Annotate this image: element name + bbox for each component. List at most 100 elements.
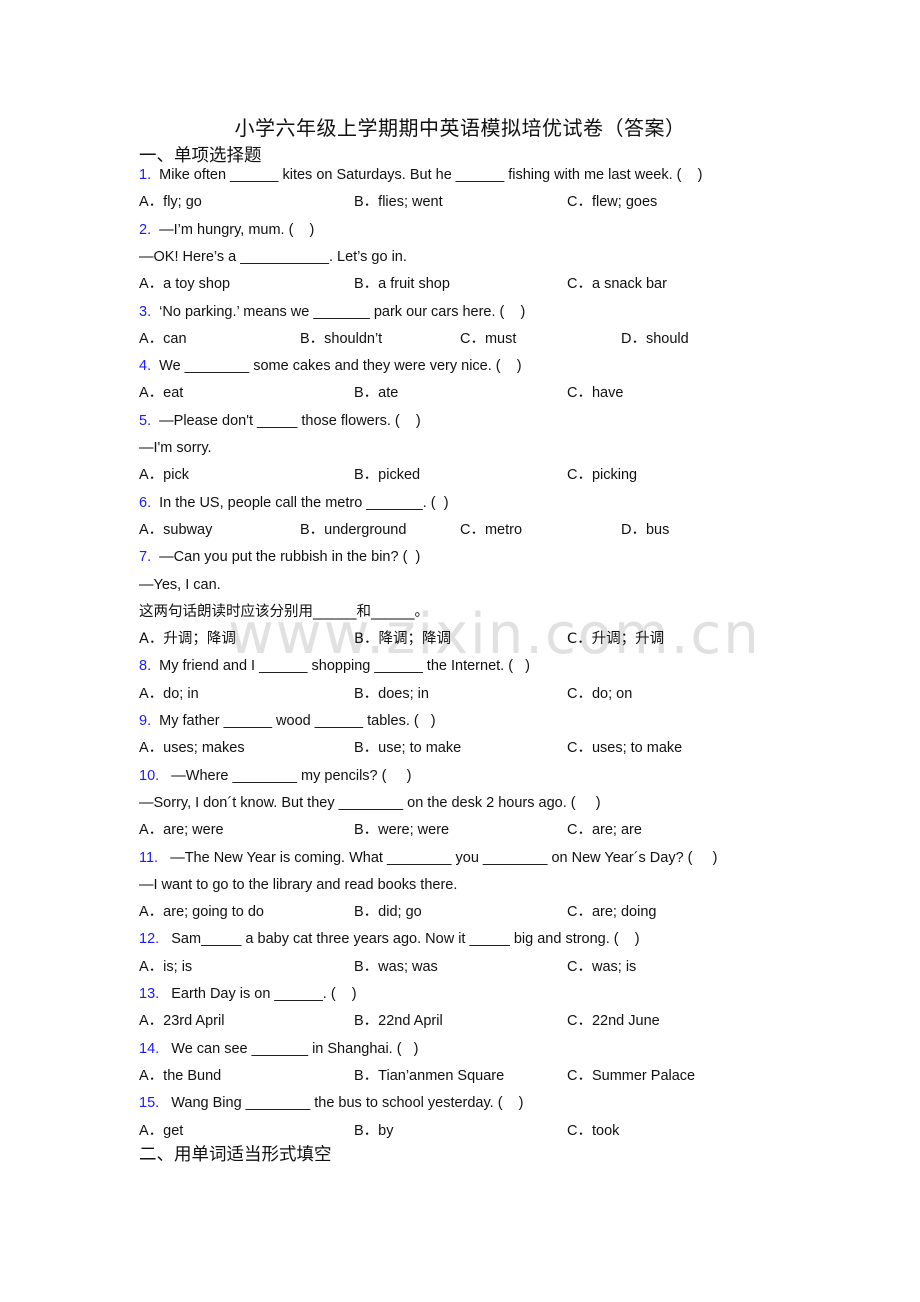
- question-number: 2.: [139, 221, 152, 238]
- option-c: C．are; are: [567, 822, 642, 839]
- option-b: B．use; to make: [354, 740, 462, 757]
- question-stem: 9. My father ______ wood ______ tables. …: [139, 712, 436, 730]
- option-b: B．was; was: [354, 958, 438, 975]
- option-b: B．picked: [354, 467, 421, 484]
- question-number: 5.: [139, 412, 152, 429]
- question-text: My friend and I ______ shopping ______ t…: [159, 658, 530, 675]
- question-line: —I'm sorry.: [139, 439, 212, 457]
- option-b: B．underground: [300, 521, 407, 538]
- question-line: —Sorry, I don´t know. But they ________ …: [139, 794, 601, 812]
- option-c: C．are; doing: [567, 904, 657, 921]
- question-text: —Sorry, I don´t know. But they ________ …: [139, 794, 601, 811]
- option-c: C．must: [460, 330, 517, 347]
- question-stem: 4. We ________ some cakes and they were …: [139, 357, 522, 375]
- option-a: A．is; is: [139, 958, 193, 975]
- question-stem: 11. —The New Year is coming. What ______…: [139, 849, 717, 867]
- option-c: C．took: [567, 1122, 620, 1139]
- option-c: C．do; on: [567, 685, 633, 702]
- answer-options: A．are; were B．were; were C．are; are: [139, 821, 739, 839]
- option-a: A．get: [139, 1122, 184, 1139]
- answer-options: A．do; in B．does; in C．do; on: [139, 685, 739, 703]
- question-stem: 13. Earth Day is on ______. ( ): [139, 985, 357, 1003]
- answer-options: A．a toy shop B．a fruit shop C．a snack bar: [139, 275, 739, 293]
- answer-options: A．the Bund B．Tian’anmen Square C．Summer Pa…: [139, 1067, 739, 1085]
- option-b: B．Tian’anmen Square: [354, 1067, 505, 1084]
- question-text: —I’m hungry, mum. ( ): [159, 221, 315, 238]
- question-text: —I'm sorry.: [139, 440, 212, 456]
- option-c: C．Summer Palace: [567, 1067, 696, 1084]
- question-stem: 2. —I’m hungry, mum. ( ): [139, 221, 314, 239]
- option-c: C．升调；升调: [567, 631, 665, 648]
- option-a: A．eat: [139, 385, 184, 402]
- answer-options: A．can B．shouldn’t C．must D．should: [139, 330, 739, 348]
- question-text: We ________ some cakes and they were ver…: [159, 358, 522, 375]
- answer-options: A．23rd April B．22nd April C．22nd June: [139, 1012, 739, 1030]
- option-b: B．does; in: [354, 685, 429, 702]
- question-stem: 7. —Can you put the rubbish in the bin? …: [139, 548, 420, 566]
- option-b: B．were; were: [354, 822, 450, 839]
- answer-options: A．uses; makes B．use; to make C．uses; to ma…: [139, 739, 739, 757]
- option-a: A．can: [139, 330, 187, 347]
- option-b: B．a fruit shop: [354, 276, 450, 293]
- question-text: Sam_____ a baby cat three years ago. Now…: [171, 931, 640, 948]
- question-text: 这两句话朗读时应该分别用______和______。: [139, 603, 429, 620]
- option-a: A．fly; go: [139, 194, 202, 211]
- option-c: C．22nd June: [567, 1013, 660, 1030]
- question-line: —Yes, I can.: [139, 576, 221, 594]
- page-title: 小学六年级上学期期中英语模拟培优试卷（答案）: [234, 116, 686, 140]
- question-stem: 10. —Where ________ my pencils? ( ): [139, 767, 411, 785]
- option-c: C．uses; to make: [567, 740, 683, 757]
- question-text: Mike often ______ kites on Saturdays. Bu…: [159, 167, 703, 183]
- question-text: Wang Bing ________ the bus to school yes…: [171, 1095, 524, 1112]
- question-text: ‘No parking.’ means we _______ park our …: [159, 303, 526, 320]
- question-stem: 5. —Please don't _____ those flowers. ( …: [139, 412, 421, 430]
- document-page: www.zixin.com.cn 小学六年级上学期期中英语模拟培优试卷（答案） …: [0, 0, 920, 1302]
- option-a: A．升调；降调: [139, 631, 236, 648]
- option-b: B．did; go: [354, 904, 422, 921]
- question-number: 4.: [139, 358, 152, 375]
- option-b: B．flies; went: [354, 194, 443, 211]
- option-c: C．flew; goes: [567, 194, 658, 211]
- question-number: 1.: [139, 167, 152, 183]
- question-text: —Yes, I can.: [139, 576, 221, 593]
- option-c: C．picking: [567, 467, 638, 484]
- question-text: —I want to go to the library and read bo…: [139, 876, 458, 893]
- section-heading-2: 二、用单词适当形式填空: [139, 1145, 332, 1165]
- option-b: B．shouldn’t: [300, 330, 383, 347]
- option-b: B．ate: [354, 385, 399, 402]
- section-heading-1: 一、单项选择题: [139, 146, 262, 166]
- option-a: A．23rd April: [139, 1013, 225, 1030]
- question-stem: 12. Sam_____ a baby cat three years ago.…: [139, 930, 640, 948]
- answer-options: A．is; is B．was; was C．was; is: [139, 958, 739, 976]
- question-text: In the US, people call the metro _______…: [159, 494, 449, 511]
- question-line: —OK! Here’s a ___________. Let’s go in.: [139, 248, 407, 266]
- question-number: 11.: [139, 849, 159, 866]
- question-text: —Can you put the rubbish in the bin? ( ): [159, 549, 421, 566]
- question-number: 9.: [139, 713, 152, 729]
- question-text: Earth Day is on ______. ( ): [171, 986, 357, 1002]
- question-stem: 15. Wang Bing ________ the bus to school…: [139, 1094, 524, 1112]
- question-number: 6.: [139, 494, 152, 511]
- option-a: A．do; in: [139, 685, 199, 702]
- answer-options: A．are; going to do B．did; go C．are; doing: [139, 903, 739, 921]
- question-number: 8.: [139, 658, 152, 675]
- answer-options: A．升调；降调 B．降调；降调 C．升调；升调: [139, 630, 739, 648]
- option-a: A．the Bund: [139, 1067, 222, 1084]
- option-c: C．have: [567, 385, 624, 402]
- option-b: B．22nd April: [354, 1013, 443, 1030]
- question-stem: 14. We can see _______ in Shanghai. ( ): [139, 1040, 418, 1058]
- question-text: —The New Year is coming. What ________ y…: [170, 849, 718, 866]
- question-line: 这两句话朗读时应该分别用______和______。: [139, 603, 429, 621]
- question-number: 12.: [139, 931, 160, 948]
- question-text: My father ______ wood ______ tables. ( ): [159, 713, 436, 729]
- option-a: A．subway: [139, 521, 213, 538]
- question-number: 13.: [139, 986, 160, 1002]
- question-stem: 3. ‘No parking.’ means we _______ park o…: [139, 303, 525, 321]
- question-number: 15.: [139, 1095, 160, 1112]
- question-number: 7.: [139, 549, 152, 566]
- question-number: 10.: [139, 767, 160, 784]
- option-c: C．metro: [460, 521, 523, 538]
- option-a: A．uses; makes: [139, 740, 245, 757]
- option-c: C．a snack bar: [567, 276, 667, 293]
- answer-options: A．get B．by C．took: [139, 1122, 739, 1140]
